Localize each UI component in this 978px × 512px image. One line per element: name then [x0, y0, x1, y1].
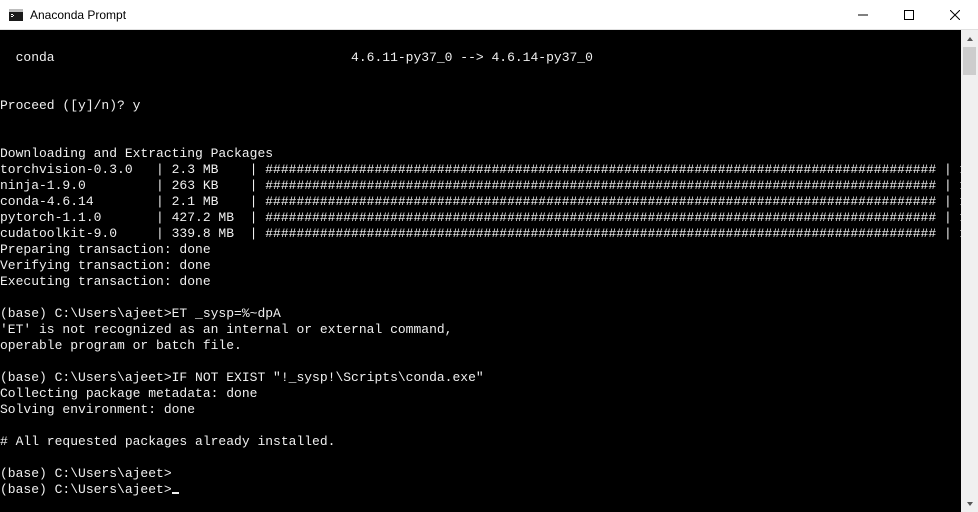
- vertical-scrollbar[interactable]: [961, 30, 978, 512]
- cursor: [172, 492, 179, 494]
- window-controls: [840, 0, 978, 29]
- scrollbar-thumb[interactable]: [963, 47, 976, 75]
- terminal-wrap: conda 4.6.11-py37_0 --> 4.6.14-py37_0 Pr…: [0, 30, 978, 512]
- scroll-down-button[interactable]: [961, 495, 978, 512]
- minimize-button[interactable]: [840, 0, 886, 29]
- window-title: Anaconda Prompt: [30, 8, 840, 22]
- close-button[interactable]: [932, 0, 978, 29]
- terminal-output[interactable]: conda 4.6.11-py37_0 --> 4.6.14-py37_0 Pr…: [0, 30, 961, 512]
- window-titlebar: Anaconda Prompt: [0, 0, 978, 30]
- app-icon: [8, 7, 24, 23]
- maximize-button[interactable]: [886, 0, 932, 29]
- scroll-up-button[interactable]: [961, 30, 978, 47]
